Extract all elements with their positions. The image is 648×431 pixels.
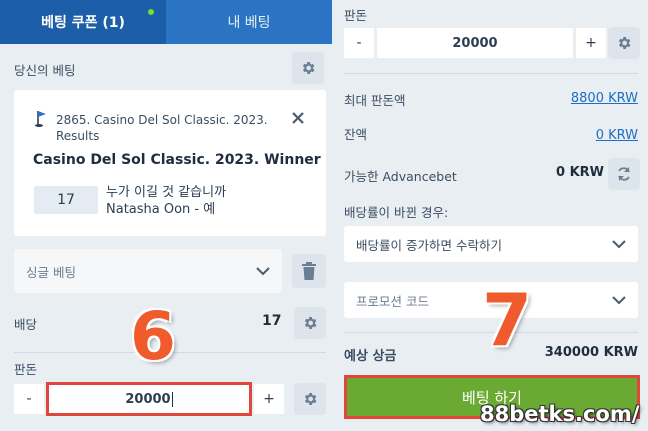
bet-selection: Natasha Oon - 예: [106, 202, 216, 217]
stake-label: 판돈: [14, 362, 38, 377]
chevron-down-icon: [612, 239, 626, 248]
gear-icon: [302, 62, 315, 74]
advancebet-label: 가능한 Advancebet: [344, 169, 457, 184]
gear-icon: [304, 393, 317, 405]
promo-code-placeholder: 프로모션 코드: [356, 293, 429, 309]
tab-bet-coupon[interactable]: 베팅 쿠폰 (1): [0, 0, 166, 44]
chevron-down-icon: [612, 295, 626, 304]
tab-my-bets[interactable]: 내 베팅: [166, 0, 332, 44]
bet-odds-box: 17: [34, 186, 98, 214]
tab-my-bets-label: 내 베팅: [227, 15, 271, 31]
event-section: Results: [56, 129, 100, 143]
gear-icon: [618, 37, 631, 49]
event-name: 2865. Casino Del Sol Classic. 2023.: [56, 113, 268, 127]
stake-increase-button[interactable]: +: [254, 384, 284, 414]
bet-summary-panel: 판돈 - 20000 + 최대 판돈액 8800 KRW 잔액 0 KRW 가능…: [334, 0, 648, 431]
market-title: Casino Del Sol Classic. 2023. Winner: [33, 152, 321, 168]
right-stake-input[interactable]: 20000: [377, 28, 573, 58]
odds-change-value: 배당률이 증가하면 수락하기: [356, 237, 502, 253]
expected-win-label: 예상 상금: [344, 349, 397, 364]
bet-question: 누가 이길 것 같습니까: [106, 185, 227, 200]
refresh-advancebet-button[interactable]: [608, 158, 640, 190]
bet-slip-panel: 베팅 쿠폰 (1) 내 베팅 당신의 베팅 2865. Casino Del S…: [0, 0, 332, 431]
your-bets-label: 당신의 베팅: [14, 63, 76, 78]
max-stake-link[interactable]: 8800 KRW: [571, 91, 638, 106]
remove-bet-button[interactable]: [288, 108, 308, 128]
step-6-marker: 6: [130, 298, 176, 375]
refresh-icon: [618, 167, 630, 181]
right-stake-decrease-button[interactable]: -: [344, 28, 374, 58]
right-stake-stepper: - 20000 +: [344, 27, 606, 59]
balance-label: 잔액: [344, 127, 368, 142]
tab-bet-coupon-label: 베팅 쿠폰 (1): [41, 15, 125, 31]
total-odds-value: 17: [262, 313, 282, 329]
delete-all-button[interactable]: [292, 254, 326, 288]
advancebet-value: 0 KRW: [556, 165, 604, 180]
gear-icon: [304, 317, 317, 329]
bet-slip-tabs: 베팅 쿠폰 (1) 내 베팅: [0, 0, 332, 44]
stake-decrease-button[interactable]: -: [14, 384, 44, 414]
chevron-down-icon: [256, 266, 270, 275]
watermark: 88betks.com/: [480, 402, 640, 426]
bet-type-value: 싱글 베팅: [26, 264, 76, 280]
golf-flag-icon: [35, 111, 46, 127]
right-stake-increase-button[interactable]: +: [576, 28, 606, 58]
stake-settings-button[interactable]: [294, 383, 326, 415]
trash-icon: [302, 262, 316, 280]
odds-settings-button[interactable]: [294, 307, 326, 339]
balance-link[interactable]: 0 KRW: [596, 128, 638, 143]
right-stake-label: 판돈: [344, 8, 368, 23]
odds-change-select[interactable]: 배당률이 증가하면 수락하기: [344, 226, 638, 262]
divider: [344, 73, 638, 74]
notification-dot: [148, 9, 154, 15]
odds-change-label: 배당률이 바뀐 경우:: [344, 205, 449, 220]
expected-win-value: 340000 KRW: [544, 345, 638, 360]
bet-type-select[interactable]: 싱글 베팅: [14, 249, 282, 293]
max-stake-label: 최대 판돈액: [344, 93, 406, 108]
right-stake-settings-button[interactable]: [608, 27, 640, 59]
bet-card: 2865. Casino Del Sol Classic. 2023. Resu…: [14, 90, 326, 236]
stake-highlight-box: [46, 382, 252, 416]
odds-label: 배당: [14, 317, 38, 332]
step-7-marker: 7: [482, 278, 533, 362]
bet-settings-button[interactable]: [292, 52, 324, 84]
close-icon: [292, 112, 304, 124]
